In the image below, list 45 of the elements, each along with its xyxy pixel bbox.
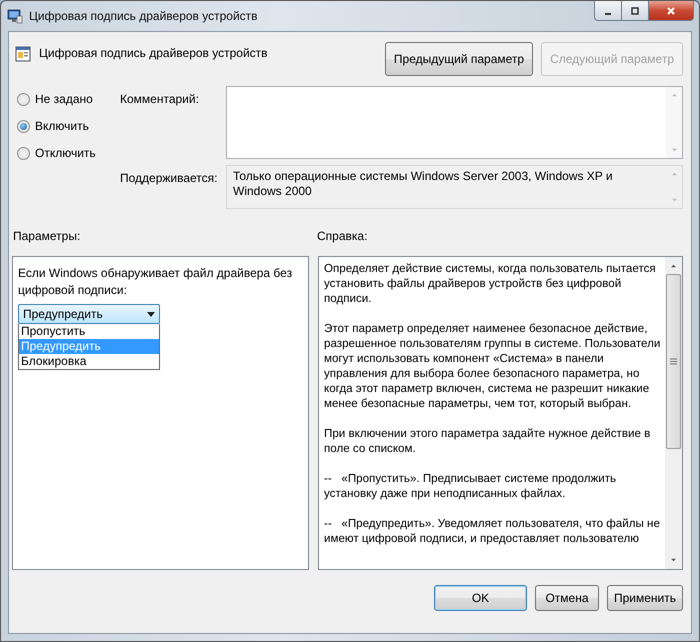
apply-button[interactable]: Применить [606, 585, 683, 611]
ok-button[interactable]: OK [434, 585, 527, 611]
dropdown-option[interactable]: Блокировка [19, 354, 159, 369]
scroll-down-icon[interactable] [670, 558, 677, 562]
radio-label[interactable]: Включить [35, 119, 89, 133]
minimize-button[interactable] [594, 1, 622, 21]
maximize-button[interactable] [622, 1, 649, 21]
supported-text: Только операционные системы Windows Server 2003, Windows XP и Windows 2000 [232, 168, 614, 200]
radio-button[interactable] [17, 92, 30, 106]
help-paragraph: При включении этого параметра задайте нужное действие в поле со списком. [324, 426, 652, 456]
help-paragraph: -- «Предупредить». Уведомляет пользователя, что файлы не имеют цифровой подписи, и предоставляет пользователю [324, 516, 661, 546]
radio-button[interactable] [17, 120, 30, 132]
scroll-down-icon [670, 198, 678, 202]
previous-setting-button[interactable]: Предыдущий параметр [384, 42, 534, 76]
comment-field[interactable] [226, 86, 683, 159]
scroll-thumb[interactable] [666, 274, 681, 449]
radio-label[interactable]: Не задано [35, 92, 93, 106]
window-title: Цифровая подпись драйверов устройств [29, 9, 258, 23]
supported-label: Поддерживается: [120, 170, 218, 187]
dropdown[interactable]: Предупредить [18, 304, 160, 324]
options-label: Параметры: [12, 229, 82, 245]
computer-icon [7, 8, 23, 24]
policy-title: Цифровая подпись драйверов устройств [39, 46, 268, 60]
dropdown-option[interactable]: Пропустить [19, 324, 159, 339]
settings-page-icon [15, 46, 31, 62]
maximize-icon [630, 6, 640, 16]
close-button[interactable] [649, 1, 694, 21]
scroll-up-icon[interactable] [670, 264, 677, 268]
radio-label[interactable]: Отключить [35, 146, 96, 160]
help-paragraph: -- «Пропустить». Предписывает системе продолжить установку даже при неподписанных файлах. [324, 471, 618, 501]
minimize-icon [605, 12, 611, 14]
scroll-up-icon [670, 172, 678, 176]
help-label: Справка: [317, 229, 368, 245]
scroll-down-icon [670, 148, 678, 152]
grip-icon [670, 358, 677, 365]
close-icon [666, 6, 676, 16]
caret-icon [147, 312, 155, 316]
help-paragraph: Этот параметр определяет наименее безопасное действие, разрешенное пользователям группы в системе. Пользователи могут использовать компонент «Система» в панели управления для выбора более безопасного параметра, но когда этот параметр включен, система не разрешит никакие менее безопасные параметры, чем тот, который выбран. [324, 321, 661, 411]
help-paragraph: Определяет действие системы, когда пользователь пытается установить файлы драйверов устройств без цифровой подписи. [324, 261, 657, 306]
cancel-button[interactable]: Отмена [534, 585, 599, 611]
options-prompt: Если Windows обнаруживает файл драйвера без цифровой подписи: [18, 265, 294, 299]
radio-button[interactable] [17, 146, 30, 160]
scroll-bar[interactable] [665, 257, 682, 569]
scroll-up-icon [670, 93, 678, 97]
comment-label: Комментарий: [120, 91, 200, 108]
